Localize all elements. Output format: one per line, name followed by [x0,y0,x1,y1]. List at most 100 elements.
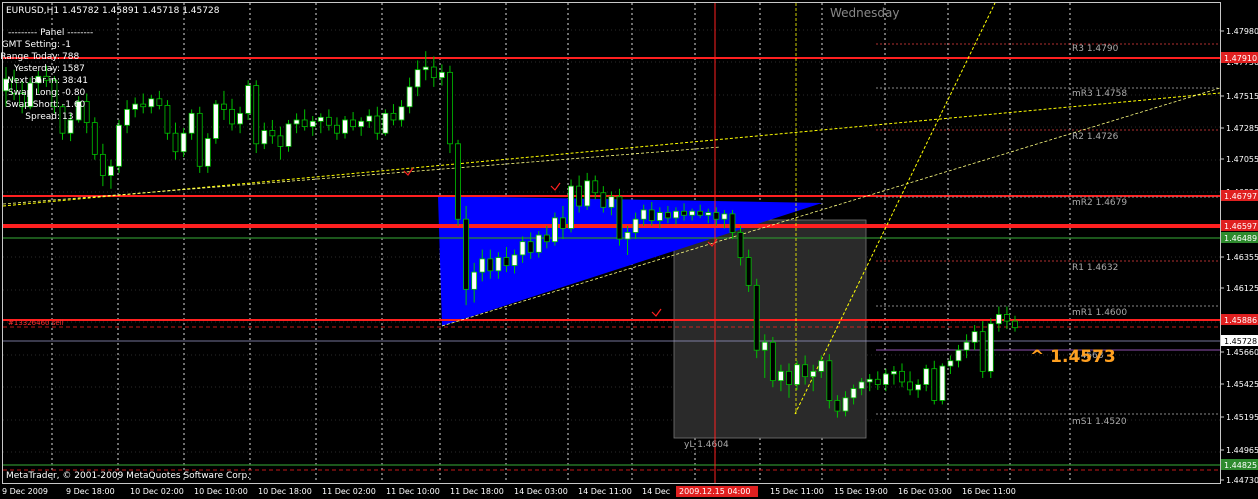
panel-row-value: -0.80 [62,88,86,98]
candle-body [592,180,599,194]
candle-body [850,388,857,399]
candle-body [915,384,922,391]
price-box-label: 1.46797 [1224,192,1257,201]
candle-body [874,378,881,385]
candle-body [164,105,171,134]
candle-body [931,368,938,401]
pivot-level-label: R2 1.4726 [1072,132,1119,142]
candle-body [124,108,130,126]
panel-title: --------- Panel -------- [8,28,93,38]
panel-row-label: Next bar in: [7,76,60,86]
candle-body [971,331,978,343]
time-tick-label: 11 Dec 18:00 [450,487,504,496]
candle-body [91,122,98,155]
candle-body [229,108,235,125]
panel-row-label: Swap Long: [8,88,60,98]
time-tick-label: 9 Dec 2009 [2,487,48,496]
candle-body [769,341,776,382]
order-label: #13326460 sell [8,319,64,327]
time-tick-label: 15 Dec 11:00 [770,487,824,496]
panel-row-value: 788 [62,52,79,62]
candle-body [640,209,647,220]
candle-body [301,119,308,127]
symbol-info: EURUSD,H1 1.45782 1.45891 1.45718 1.4572… [6,6,220,16]
candle-body [374,115,381,134]
candle-body [245,85,252,114]
candle-body [737,232,744,258]
candle-body [511,254,518,266]
candle-body [366,115,373,122]
price-tick-label: 1.46125 [1226,284,1258,293]
candle-body [140,103,147,108]
time-tick-label: 16 Dec 03:00 [898,487,952,496]
candle-body [616,196,623,240]
time-tick-label: 10 Dec 18:00 [258,487,312,496]
candle-body [285,123,292,147]
candle-body [947,360,954,367]
candle-body [721,213,728,220]
panel-row-value: -1 [62,40,71,50]
candle-body [116,124,122,167]
price-chart[interactable]: 1.479801.477501.475151.472851.470551.468… [0,0,1258,499]
candle-body [681,210,687,216]
candle-body [148,98,155,108]
price-tick-label: 1.45425 [1226,380,1258,389]
candle-body [955,349,962,362]
candle-body [317,116,324,122]
candle-body [802,364,809,378]
price-tick-label: 1.44730 [1226,476,1258,485]
candle-body [325,116,332,126]
time-tick-label: 14 Dec 03:00 [514,487,568,496]
candle-body [632,218,639,233]
panel-row-label: Swap Short: [6,100,60,110]
candle-body [907,381,913,391]
price-axis: 1.479801.477501.475151.472851.470551.468… [1220,27,1258,485]
time-tick-label: 15 Dec 19:00 [834,487,888,496]
price-box-label: 1.46597 [1224,222,1257,231]
candle-body [406,86,413,108]
panel-row-value: -1.60 [62,100,86,110]
candle-body [277,135,284,147]
candle-body [503,257,510,266]
candle-body [172,132,179,153]
pivot-level-label: mR3 1.4758 [1072,89,1127,99]
candle-body [309,120,316,127]
price-tick-label: 1.47055 [1226,155,1258,164]
candle-body [221,103,227,110]
candle-body [543,234,550,243]
candle-body [535,234,542,253]
price-tick-label: 1.45660 [1226,348,1258,357]
price-box-label: 1.45886 [1224,316,1257,325]
candle-body [204,138,211,167]
candle-body [979,331,986,372]
panel-row-label: GMT Setting: [2,40,60,50]
candle-body [729,213,736,233]
time-tick-label: 16 Dec 11:00 [962,487,1016,496]
candle-body [479,258,486,273]
panel-row-value: 38:41 [62,76,88,86]
panel-row-value: 13 [62,112,73,122]
candle-body [584,180,591,207]
candle-body [253,85,260,145]
candle-body [665,212,671,219]
big-price-label: ^ 1.4573 [1030,347,1116,367]
candle-body [882,373,889,385]
panel-row-label: Range Today: [0,52,60,62]
time-tick-label: 14 Dec 11:00 [578,487,632,496]
candle-body [342,119,348,134]
candle-body [600,192,607,208]
candle-body [156,98,163,106]
time-tick-label: 9 Dec 18:00 [66,487,115,496]
candle-body [939,365,946,401]
panel-row-value: 1587 [62,64,85,74]
price-box-label: 1.45728 [1224,337,1257,346]
candle-body [899,370,905,383]
pivot-level-label: mR2 1.4679 [1072,198,1127,208]
time-tick-label: 11 Dec 02:00 [322,487,376,496]
candle-body [689,210,696,216]
candle-body [1004,314,1010,322]
candle-body [455,143,461,220]
candle-body [398,106,405,121]
price-box-label: 1.46489 [1224,234,1257,243]
candle-body [624,232,631,240]
